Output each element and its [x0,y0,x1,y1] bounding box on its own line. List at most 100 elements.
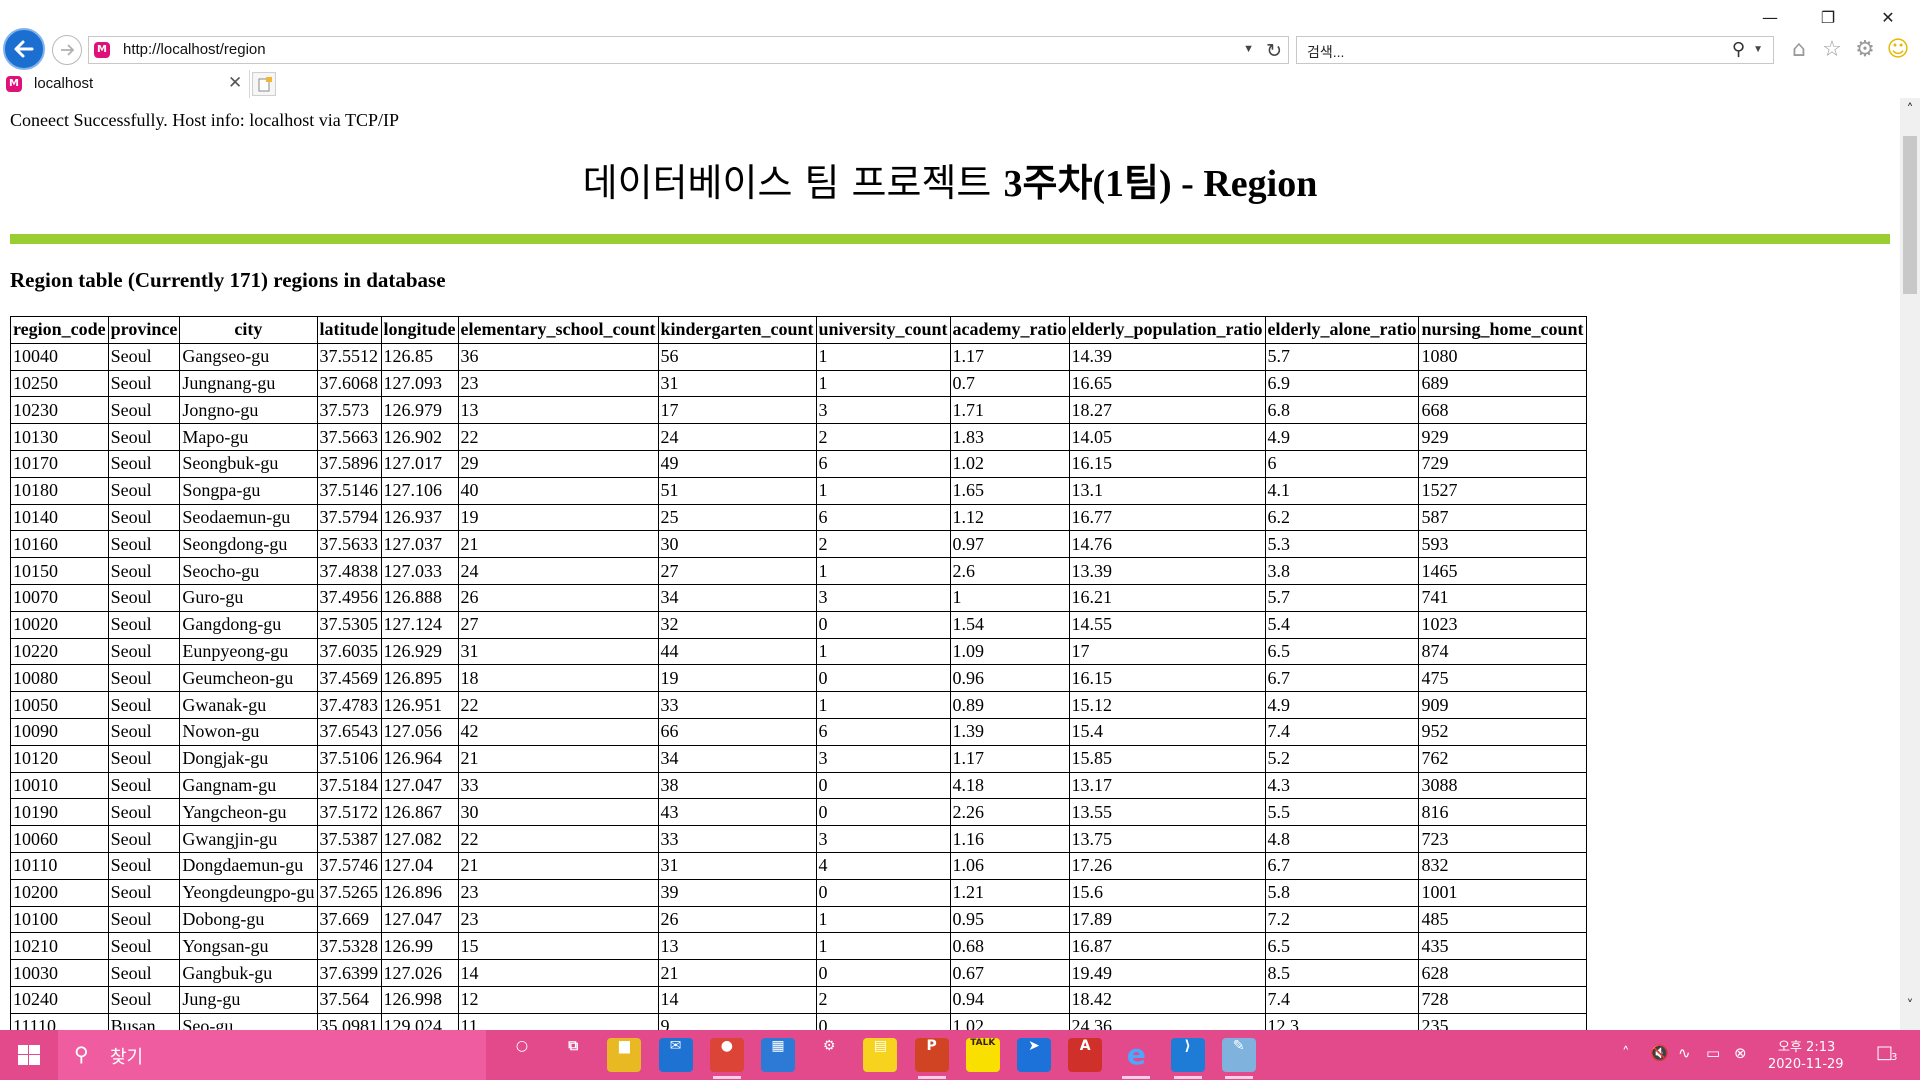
url-text[interactable]: http://localhost/region [123,41,266,58]
table-row: 10030 Seoul Gangbuk-gu 37.6399 127.026 14 21 0 0… [10,959,1587,987]
cell-city: Jungnang-gu [179,369,318,398]
taskbar-search-placeholder[interactable]: 찾기 [110,1043,143,1069]
favorites-star-icon[interactable]: ☆ [1818,36,1846,64]
cell-elderly-alone-ratio: 3.8 [1264,557,1420,585]
cell-longitude: 127.017 [380,449,459,478]
cell-nursing-home-count: 929 [1418,423,1587,451]
address-bar[interactable]: M http://localhost/region ▼ ↻ [88,36,1289,64]
cell-region-code: 10080 [10,664,109,693]
file-explorer-icon[interactable]: ▆ [607,1038,642,1072]
cell-nursing-home-count: 485 [1418,905,1587,934]
cell-kindergarten-count: 44 [657,637,817,666]
cortana-icon[interactable]: ○ [505,1038,539,1072]
settings-icon[interactable]: ⚙ [812,1038,846,1072]
refresh-icon[interactable]: ↻ [1266,40,1282,62]
cell-university-count: 1 [815,932,951,961]
cell-elementary-school-count: 36 [457,342,659,371]
tab-localhost[interactable]: M localhost ✕ [0,70,250,98]
cell-region-code: 10150 [10,557,109,585]
vertical-scrollbar[interactable]: ˄ ˅ [1900,98,1920,1030]
cell-city: Jung-gu [179,985,318,1014]
wifi-icon[interactable]: ∿ [1678,1044,1691,1062]
acrobat-icon[interactable]: A [1068,1038,1103,1072]
clock-date[interactable]: 2020-11-29 [1768,1057,1844,1072]
cell-elderly-alone-ratio: 4.9 [1264,691,1420,719]
cell-university-count: 0 [815,610,951,639]
cell-elderly-population-ratio: 14.05 [1068,423,1266,451]
cell-university-count: 1 [815,905,951,934]
back-button[interactable] [3,28,45,70]
cell-academy-ratio: 1.54 [949,610,1070,639]
cell-elderly-alone-ratio: 6.7 [1264,851,1420,880]
cell-elementary-school-count: 14 [457,959,659,987]
alzip-icon[interactable]: ➤ [1017,1038,1051,1072]
page-title: 데이터베이스 팀 프로젝트 3주차(1팀) - Region [0,152,1900,207]
restore-icon[interactable]: ❐ [1808,6,1848,30]
vscode-icon[interactable]: ⟩ [1170,1038,1205,1079]
table-row: 11110 Busan Seo-gu 35.0981 129.024 11 9 0 1.02 24… [10,1012,1587,1030]
cell-longitude: 127.106 [380,476,459,505]
cell-kindergarten-count: 34 [657,583,817,612]
cell-university-count: 0 [815,959,951,987]
page-title-korean: 데이터베이스 팀 프로젝트 [582,161,1004,205]
home-icon[interactable]: ⌂ [1785,36,1813,64]
scroll-up-icon[interactable]: ˄ [1900,102,1920,122]
close-icon[interactable]: ✕ [1868,6,1908,30]
table-row: 10080 Seoul Geumcheon-gu 37.4569 126.895 18 19… [10,664,1587,693]
cell-kindergarten-count: 19 [657,664,817,693]
taskbar-search-box[interactable]: ⚲ 찾기 [58,1030,486,1080]
feedback-smiley-icon[interactable]: ☺ [1884,36,1912,64]
store-icon[interactable]: ▦ [761,1038,795,1072]
cell-elderly-population-ratio: 16.15 [1068,664,1266,693]
cell-city: Gangdong-gu [179,610,318,639]
cell-academy-ratio: 1.12 [949,503,1070,532]
cell-elderly-population-ratio: 13.55 [1068,798,1266,827]
cell-academy-ratio: 0.7 [949,369,1070,398]
volume-muted-icon[interactable]: 🔇 [1650,1044,1669,1062]
paint-icon[interactable]: ✎ [1221,1038,1256,1079]
cell-latitude: 37.669 [316,905,382,934]
search-box[interactable]: 검색... ⚲ ▼ [1296,36,1774,64]
search-input[interactable]: 검색... [1307,42,1344,62]
cell-city: Yangcheon-gu [179,798,318,827]
column-header-university-count: university_count [815,316,951,344]
search-dropdown-icon[interactable]: ▼ [1753,44,1763,55]
cell-latitude: 37.5794 [316,503,382,532]
cell-kindergarten-count: 17 [657,396,817,425]
cell-kindergarten-count: 66 [657,717,817,746]
column-header-kindergarten-count: kindergarten_count [657,316,817,344]
cell-academy-ratio: 0.89 [949,691,1070,719]
table-row: 10190 Seoul Yangcheon-gu 37.5172 126.867 30 43… [10,798,1587,827]
cell-nursing-home-count: 874 [1418,637,1587,666]
cell-elementary-school-count: 11 [457,1012,659,1030]
cell-nursing-home-count: 952 [1418,717,1587,746]
cell-longitude: 127.033 [380,557,459,585]
cell-university-count: 0 [815,798,951,827]
tray-expand-icon[interactable]: ˄ [1622,1044,1630,1062]
settings-gear-icon[interactable]: ⚙ [1851,36,1879,64]
chrome-icon[interactable]: ● [709,1038,744,1079]
kakaotalk-icon[interactable]: TALK [965,1038,1000,1072]
internet-explorer-icon[interactable]: e [1119,1038,1153,1079]
new-tab-button[interactable] [252,72,276,96]
cell-region-code: 10130 [10,423,109,451]
search-icon[interactable]: ⚲ [1732,39,1745,60]
clock-time[interactable]: 오후 2:13 [1778,1036,1835,1055]
powerpoint-icon[interactable]: P [914,1038,949,1079]
cell-kindergarten-count: 32 [657,610,817,639]
cell-elderly-population-ratio: 16.15 [1068,449,1266,478]
scroll-down-icon[interactable]: ˅ [1900,998,1920,1018]
battery-icon[interactable]: ▭ [1706,1044,1720,1062]
task-view-icon[interactable]: ⧉ [556,1038,590,1072]
cell-elderly-alone-ratio: 6.2 [1264,503,1420,532]
tab-close-icon[interactable]: ✕ [228,73,242,93]
scroll-thumb[interactable] [1903,136,1917,294]
mail-icon[interactable]: ✉ [658,1038,693,1072]
sticky-notes-icon[interactable]: ▤ [863,1038,898,1072]
minimize-icon[interactable]: — [1750,6,1790,30]
cell-longitude: 126.998 [380,985,459,1014]
start-button[interactable] [0,1030,58,1080]
forward-button[interactable] [52,35,82,65]
close-circle-icon[interactable]: ⊗ [1734,1044,1747,1062]
address-dropdown-icon[interactable]: ▼ [1243,43,1254,55]
